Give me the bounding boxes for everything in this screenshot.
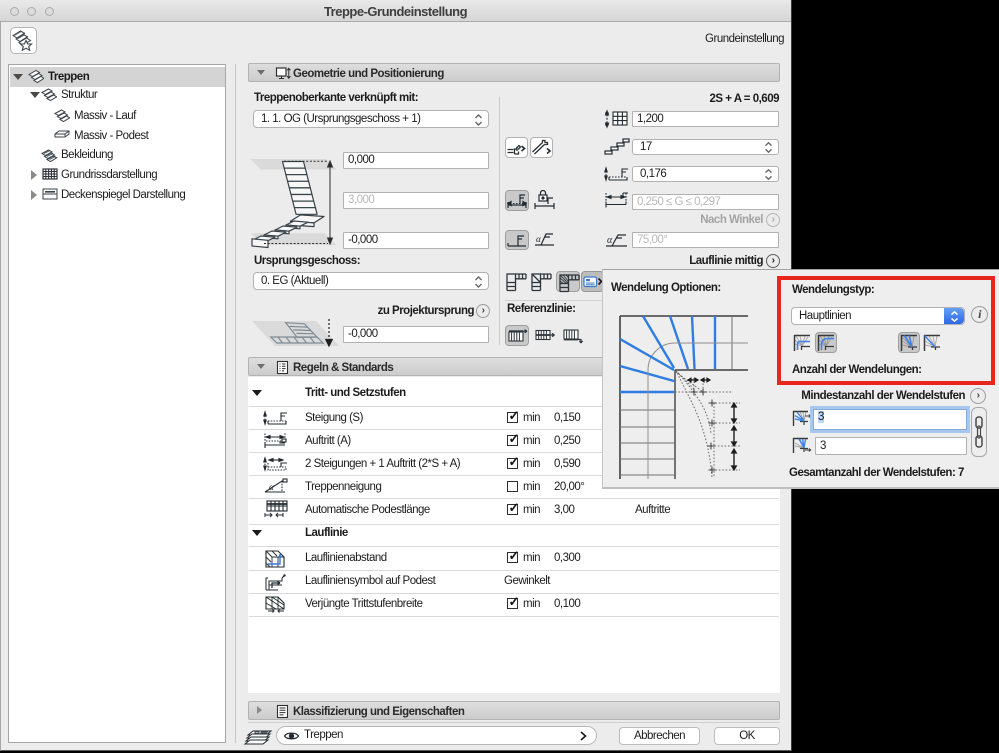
svg-text:α: α	[607, 235, 613, 246]
svg-text:α: α	[536, 234, 541, 244]
